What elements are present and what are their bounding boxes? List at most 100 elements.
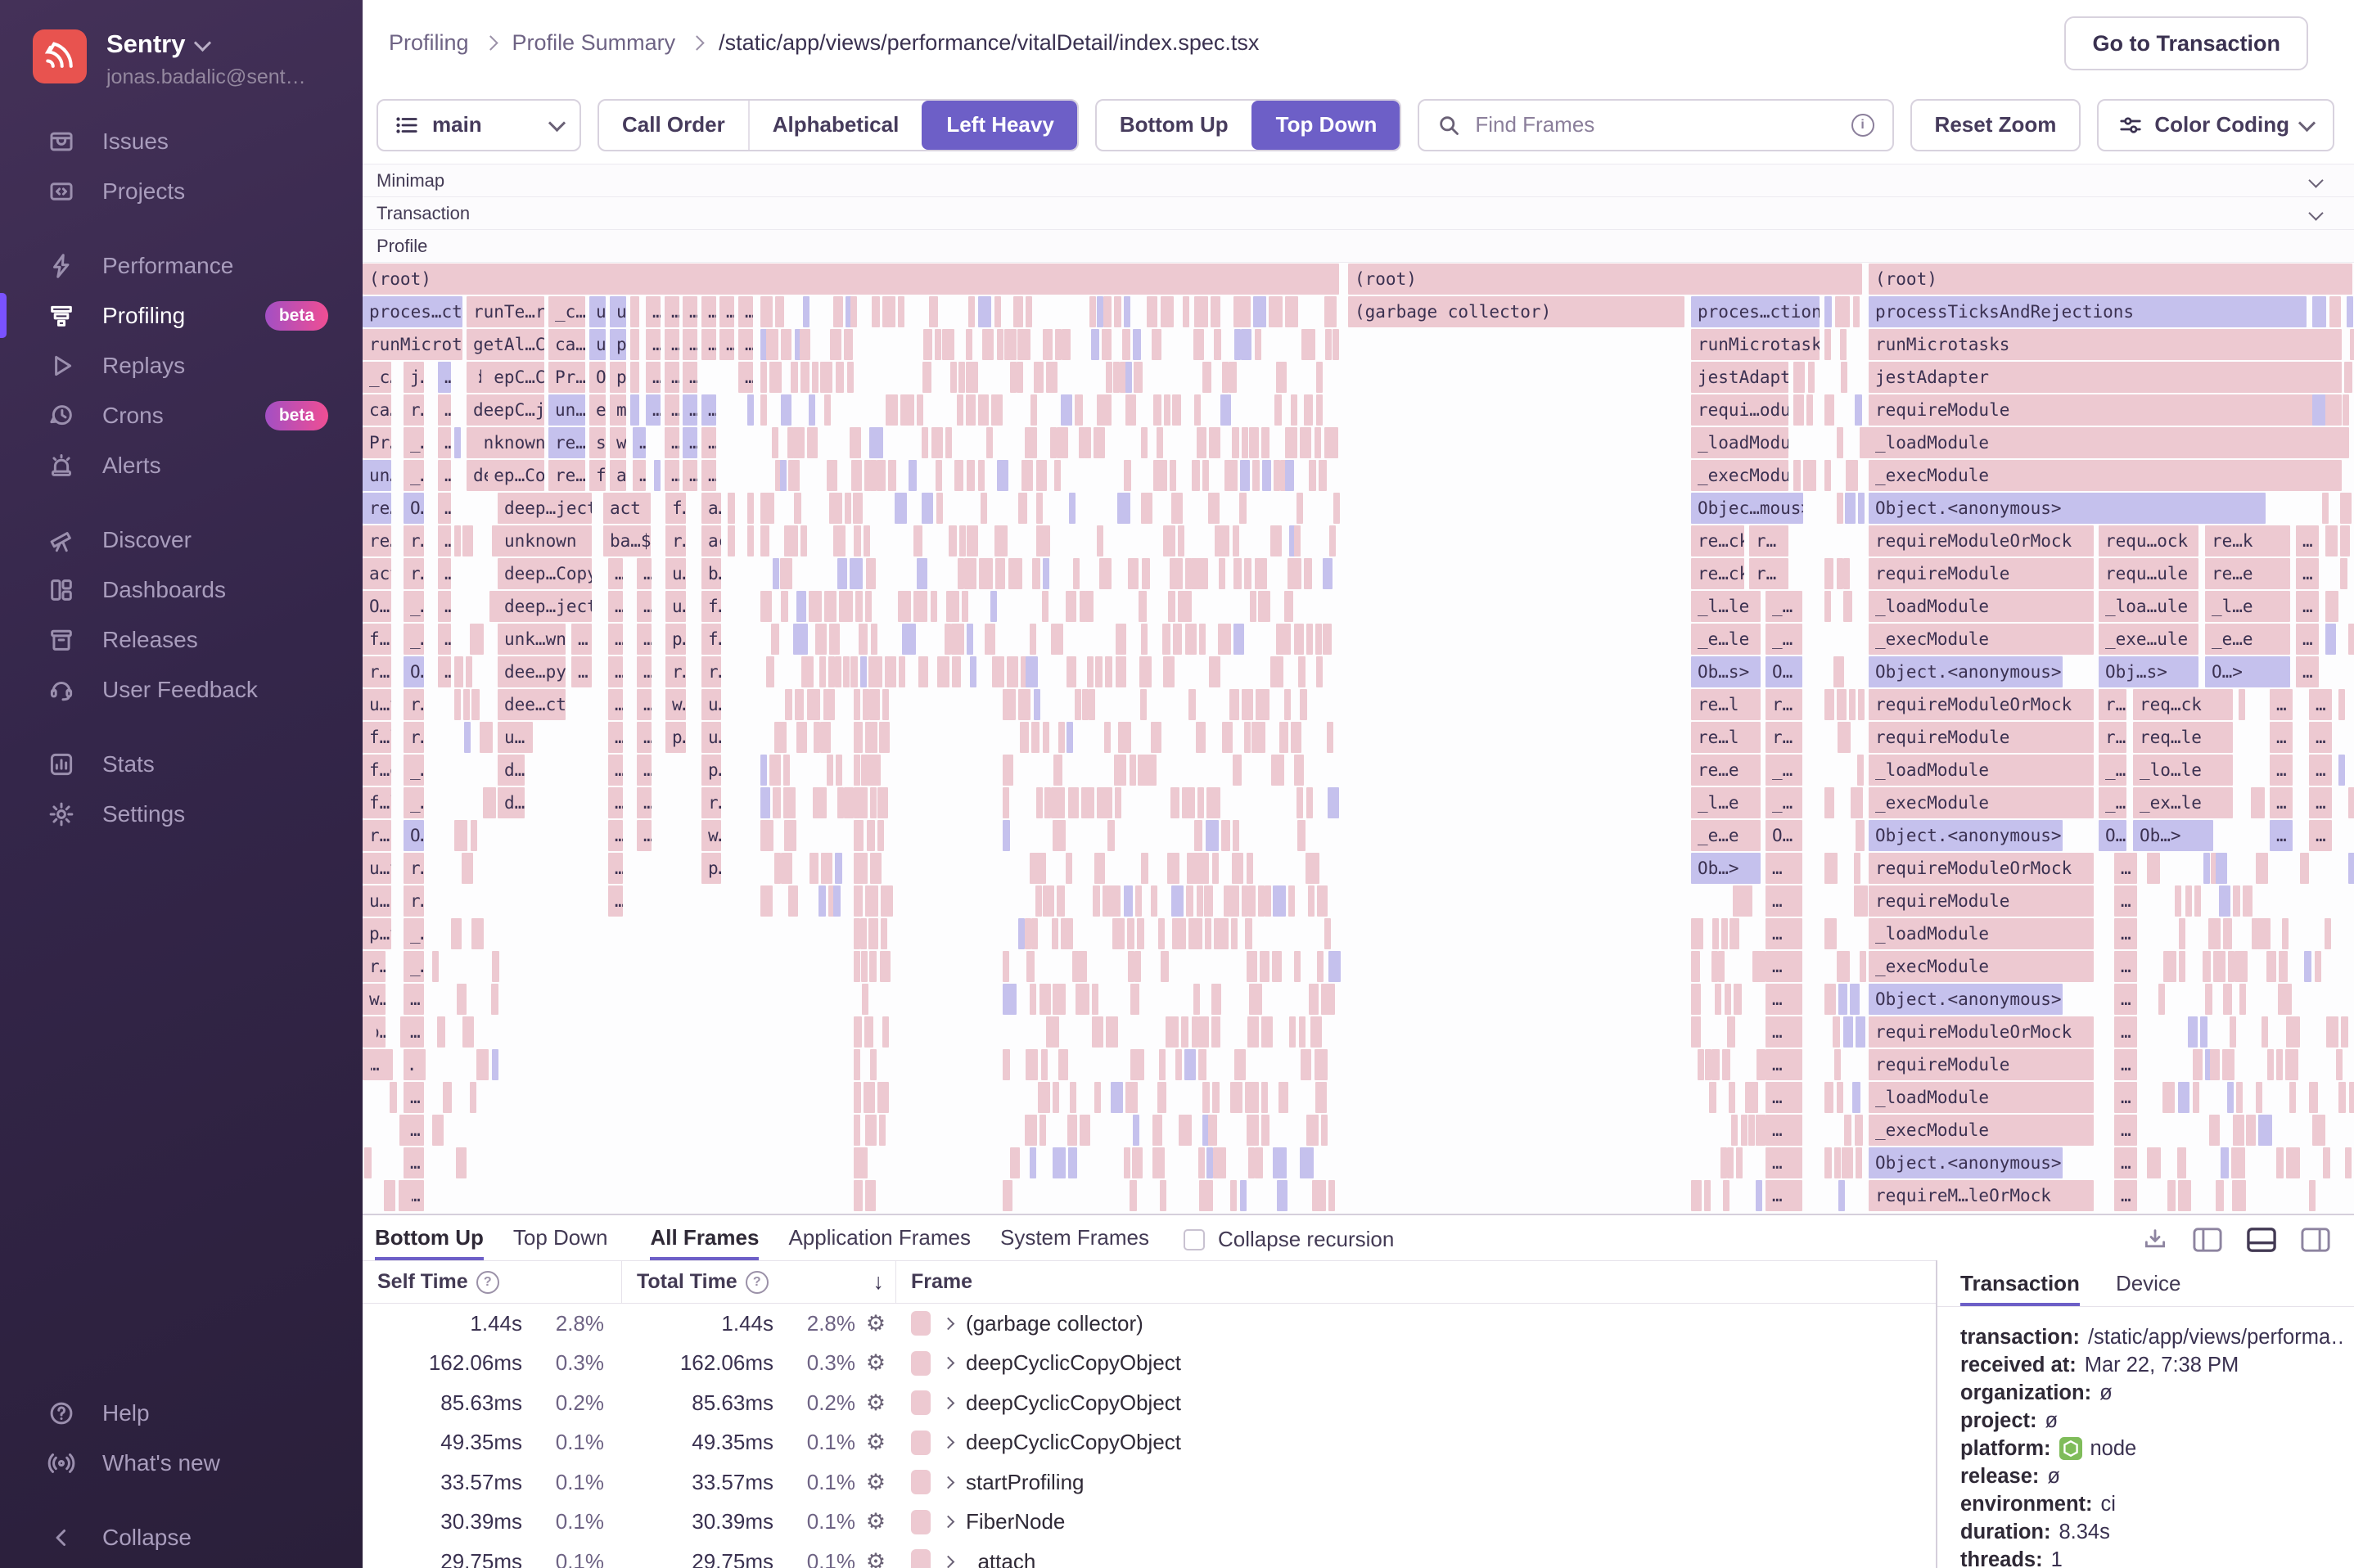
flame-frame-requireModule[interactable]: requireModule	[1869, 722, 2094, 753]
flame-frame-_e[interactable]: _…e	[404, 787, 424, 818]
flame-frame-[interactable]: …	[637, 722, 652, 753]
tab-top-down[interactable]: Top Down	[513, 1225, 608, 1260]
flame-frame-_execModule[interactable]: _execModule	[1869, 460, 2342, 491]
flame-frame-act[interactable]: act	[701, 525, 721, 556]
flame-frame-un[interactable]: u…n	[701, 722, 721, 753]
flame-frame-r[interactable]: r…	[2099, 722, 2126, 753]
flame-frame-[interactable]: …	[665, 460, 679, 491]
flame-frame-_ee[interactable]: _e…e	[1691, 820, 1761, 851]
flame-frame-rek[interactable]: re…k	[2205, 525, 2290, 556]
flame-frame-[interactable]: …	[2309, 755, 2332, 786]
flame-frame-_[interactable]: _…	[1766, 591, 1802, 622]
flame-frame-rer[interactable]: re…r	[363, 493, 391, 524]
flame-frame-_loadModule[interactable]: _loadModule	[1869, 755, 2094, 786]
flame-frame-Obs[interactable]: Ob…s>	[1691, 656, 1761, 687]
flame-frame-rel[interactable]: re…l	[1691, 722, 1761, 753]
flame-frame-uy[interactable]: u…y	[701, 689, 721, 720]
flame-frame-[interactable]: …	[646, 394, 661, 426]
frame-cell[interactable]: deepCyclicCopyObject	[896, 1350, 1181, 1376]
flame-frame-[interactable]: …	[738, 329, 753, 360]
flame-frame-_ee[interactable]: _e…e	[2205, 624, 2290, 655]
flame-frame-[interactable]: …	[665, 362, 679, 393]
flame-frame-[interactable]: …	[404, 1147, 424, 1178]
flame-frame-jestAdapter[interactable]: jestAdapter	[1869, 362, 2342, 393]
flame-frame-[interactable]: …	[701, 394, 716, 426]
flame-frame-un[interactable]: u…n	[610, 296, 626, 327]
flame-frame-runTernal[interactable]: runTe…rnal	[467, 296, 544, 327]
frame-cell[interactable]: FiberNode	[896, 1509, 1065, 1534]
flame-frame-requule[interactable]: requ…ule	[2099, 558, 2198, 589]
flame-frame-r[interactable]: r…	[1749, 558, 1788, 589]
sort-descending-icon[interactable]: ↓	[873, 1269, 885, 1295]
checkbox-icon[interactable]	[1184, 1228, 1206, 1250]
flame-frame-Objectanonymous[interactable]: Object.<anonymous>	[1869, 1147, 2063, 1178]
flame-frame-O[interactable]: O…>	[2205, 656, 2290, 687]
flame-frame-[interactable]	[728, 493, 735, 524]
flame-frame-act[interactable]: act	[363, 558, 391, 589]
sidebar-item-profiling[interactable]: Profiling beta	[0, 291, 363, 340]
flame-frame-[interactable]: …	[2309, 722, 2332, 753]
chevron-right-icon[interactable]	[941, 1515, 955, 1529]
flame-frame-[interactable]: …	[438, 558, 451, 589]
flame-frame-[interactable]	[728, 525, 735, 556]
flame-frame-[interactable]: …	[608, 885, 623, 917]
flame-frame-Objectanonymous[interactable]: Object.<anonymous>	[1869, 493, 2266, 524]
table-row[interactable]: 29.75ms 0.1% 29.75ms 0.1% ⚙ _attach	[363, 1542, 1936, 1568]
flame-frame-Oe[interactable]: O…e	[589, 362, 606, 393]
flame-frame-[interactable]: …	[608, 853, 623, 884]
flame-frame-P[interactable]	[630, 362, 639, 393]
flame-frame-reck[interactable]: re…ck	[1691, 558, 1744, 589]
sidebar-item-user-feedback[interactable]: User Feedback	[0, 665, 363, 714]
download-icon[interactable]	[2141, 1226, 2169, 1254]
thread-selector[interactable]: main	[377, 98, 581, 151]
gear-icon[interactable]: ⚙	[855, 1509, 896, 1534]
sidebar-item-dashboards[interactable]: Dashboards	[0, 565, 363, 615]
chevron-right-icon[interactable]	[941, 1317, 955, 1331]
flame-frame-sr[interactable]: s…r	[589, 427, 606, 458]
flame-frame-O[interactable]: O…	[1766, 656, 1802, 687]
flame-frame-_e[interactable]: _…e	[404, 460, 424, 491]
flame-frame-[interactable]	[747, 525, 754, 556]
flame-frame-[interactable]: …	[404, 1082, 424, 1113]
segment-call-order[interactable]: Call Order	[599, 101, 748, 150]
flame-frame-[interactable]: …	[719, 296, 734, 327]
flame-frame-[interactable]: …	[683, 362, 697, 393]
flame-frame-[interactable]: …	[1766, 918, 1802, 949]
flame-frame-[interactable]: …	[1766, 951, 1802, 982]
flame-frame-[interactable]: …	[2270, 755, 2293, 786]
flame-frame-[interactable]: …	[608, 558, 623, 589]
flame-frame-O[interactable]: O…	[2099, 820, 2126, 851]
flame-frame-requireModuleOrMock[interactable]: requireModuleOrMock	[1869, 1016, 2094, 1048]
flame-frame-re[interactable]: r…e	[404, 558, 424, 589]
flame-frame-[interactable]: …	[1766, 1016, 1802, 1048]
flame-frame-at[interactable]: a…t	[701, 493, 721, 524]
flame-frame[interactable]	[654, 460, 661, 491]
flame-frame-deepject[interactable]: deep…ject	[498, 591, 592, 622]
flame-frame-w[interactable]: w…	[363, 984, 386, 1015]
flame-frame-[interactable]: …	[646, 329, 661, 360]
section-header-profile[interactable]: Profile	[363, 229, 2354, 263]
flame-frame-processTicksAndRejections[interactable]: processTicksAndRejections	[1869, 296, 2307, 327]
flame-frame-[interactable]: …	[2270, 689, 2293, 720]
flame-frame-[interactable]: …	[683, 460, 697, 491]
flame-frame-[interactable]: …	[683, 329, 697, 360]
dock-left-icon[interactable]	[2192, 1226, 2223, 1254]
flame-frame-un[interactable]: u…n	[665, 591, 686, 622]
color-coding-button[interactable]: Color Coding	[2097, 98, 2334, 151]
flame-frame-[interactable]: …	[637, 787, 652, 818]
flame-frame-fl[interactable]: f…l	[665, 493, 686, 524]
flame-frame-u[interactable]: u…	[498, 722, 533, 753]
flame-frame-[interactable]: …	[738, 362, 753, 393]
flame-frame-Objs[interactable]: Obj…s>	[2099, 656, 2198, 687]
flame-frame-_execModule[interactable]: _execModule	[1691, 460, 1788, 491]
gear-icon[interactable]: ⚙	[855, 1549, 896, 1568]
table-row[interactable]: 30.39ms 0.1% 30.39ms 0.1% ⚙ FiberNode	[363, 1503, 1936, 1543]
flame-frame-_execModule[interactable]: _execModule	[1869, 624, 2094, 655]
chevron-right-icon[interactable]	[941, 1435, 955, 1449]
flame-frame-pe[interactable]: p…e	[610, 362, 626, 393]
flame-frame-[interactable]: …	[2114, 1147, 2137, 1178]
go-to-transaction-button[interactable]: Go to Transaction	[2064, 16, 2308, 70]
flame-frame-_[interactable]: _…	[1766, 624, 1802, 655]
org-switcher[interactable]: Sentry jonas.badalic@sent…	[33, 29, 306, 89]
dock-right-icon[interactable]	[2300, 1226, 2331, 1254]
